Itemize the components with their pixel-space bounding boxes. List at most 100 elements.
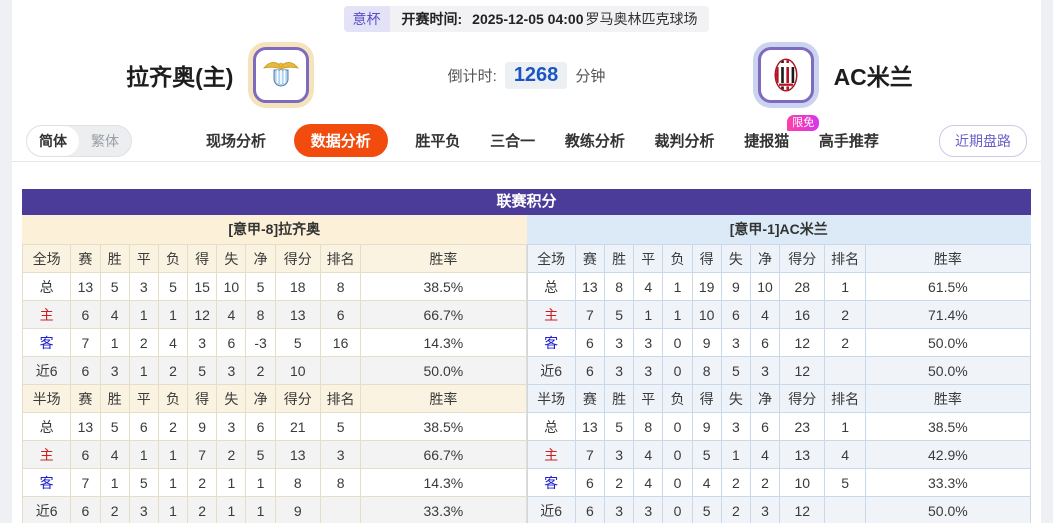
stat-cell: 0 <box>662 468 693 497</box>
league-standings-panel: 联赛积分 [意甲-8]拉齐奥 [意甲-1]AC米兰 全场赛胜平负得失净得分 排名胜… <box>21 189 1032 523</box>
match-info-bar: 意杯 开赛时间: 2025-12-05 04:00 罗马奥林匹克球场 <box>343 6 710 32</box>
table-row: 总 13 5 6 2 9 3 6 21 5 38.5% <box>21 412 527 441</box>
table-row: 主 7 3 4 0 5 1 4 13 4 42.9% <box>526 440 1032 469</box>
column-header: 得分 <box>274 384 321 413</box>
recent-odds-button[interactable]: 近期盘路 <box>939 124 1027 157</box>
stat-cell: 5 <box>99 412 130 441</box>
stat-cell: 8 <box>604 272 635 301</box>
stat-cell: 3 <box>319 440 362 469</box>
stat-cell: 2 <box>824 328 866 357</box>
lang-option-简体[interactable]: 简体 <box>27 125 79 156</box>
stat-cell: 2 <box>604 468 635 497</box>
table-row: 总 13 5 8 0 9 3 6 23 1 38.5% <box>526 412 1032 441</box>
column-header: 排名 <box>824 244 866 273</box>
stat-cell: 12 <box>779 496 826 523</box>
tab-data-analysis[interactable]: 数据分析 <box>293 124 388 157</box>
stat-cell: 5 <box>157 272 189 301</box>
stat-cell: 14.3% <box>360 328 527 357</box>
stat-cell: 6 <box>319 300 362 329</box>
column-header: 净 <box>245 384 276 413</box>
stat-cell: 3 <box>720 328 751 357</box>
row-label: 总 <box>21 272 72 301</box>
row-label: 总 <box>21 412 72 441</box>
stat-cell: 0 <box>662 328 693 357</box>
stat-cell: 4 <box>99 440 130 469</box>
column-header: 胜率 <box>360 384 527 413</box>
stat-cell: 5 <box>187 356 218 385</box>
stat-cell: 9 <box>187 412 218 441</box>
tab-referee-analysis[interactable]: 裁判分析 <box>653 124 717 157</box>
tab-live-analysis[interactable]: 现场分析 <box>204 124 268 157</box>
ac-milan-crest-icon <box>757 47 814 103</box>
stat-cell: 21 <box>274 412 321 441</box>
table-row: 近6 6 2 3 1 2 1 1 9 33.3% <box>21 496 527 523</box>
stat-cell: 7 <box>187 440 218 469</box>
column-header: 赛 <box>70 384 101 413</box>
stat-cell: 2 <box>187 468 218 497</box>
stat-cell: 66.7% <box>360 440 527 469</box>
stat-cell: 8 <box>274 468 321 497</box>
stat-cell: 10 <box>274 356 321 385</box>
column-header: 得分 <box>779 244 826 273</box>
stat-cell: 5 <box>691 440 722 469</box>
stat-cell: 8 <box>319 272 362 301</box>
column-header: 胜 <box>604 244 635 273</box>
nav-bar: 简体 繁体 现场分析 数据分析 胜平负 三合一 教练分析 裁判分析 捷报猫 限免 高手推荐 近期盘… <box>12 115 1041 162</box>
stat-cell: 1 <box>157 440 189 469</box>
stat-cell: 4 <box>633 272 664 301</box>
countdown-value: 1268 <box>504 61 568 89</box>
tab-jiebao-cat[interactable]: 捷报猫 限免 <box>742 115 820 157</box>
stat-cell: 8 <box>245 300 276 329</box>
match-header: 拉齐奥(主) 倒计时: 1268 分钟 AC米兰 <box>12 34 1041 116</box>
column-header: 半场 <box>21 384 72 413</box>
stat-cell: 10 <box>779 468 826 497</box>
tab-expert-picks[interactable]: 高手推荐 <box>817 124 881 157</box>
stat-cell: 10 <box>691 300 722 329</box>
stat-cell: 19 <box>691 272 722 301</box>
stat-cell: 14.3% <box>360 468 527 497</box>
standings-tables: 全场赛胜平负得失净得分 排名 胜率总 13 5 3 5 15 10 5 18 8 38.5% 主 6 4 1 1 1… <box>21 244 1032 523</box>
table-row: 客 7 1 5 1 2 1 1 8 8 14.3% <box>21 468 527 497</box>
stat-cell: 2 <box>749 468 781 497</box>
stat-cell: 18 <box>274 272 321 301</box>
stat-cell: 1 <box>633 300 664 329</box>
column-header: 胜率 <box>360 244 527 273</box>
stat-cell: 1 <box>720 440 751 469</box>
column-header: 排名 <box>824 384 866 413</box>
content-area: 意杯 开赛时间: 2025-12-05 04:00 罗马奥林匹克球场 拉齐奥(主… <box>12 0 1041 523</box>
stat-cell: 3 <box>604 328 635 357</box>
stat-cell: 2 <box>128 328 159 357</box>
stat-cell: 2 <box>157 412 189 441</box>
stat-cell: 3 <box>633 356 664 385</box>
stat-cell: 1 <box>128 356 159 385</box>
stat-cell: 0 <box>662 440 693 469</box>
stat-cell <box>824 496 866 523</box>
limited-free-badge: 限免 <box>787 115 820 131</box>
column-header: 失 <box>216 384 247 413</box>
away-team-name: AC米兰 <box>833 64 913 90</box>
stat-cell: 0 <box>662 412 693 441</box>
tab-three-in-one[interactable]: 三合一 <box>488 124 537 157</box>
column-header: 胜率 <box>864 384 1032 413</box>
stat-cell: 50.0% <box>864 496 1032 523</box>
tab-win-draw-lose[interactable]: 胜平负 <box>413 124 462 157</box>
column-header-row: 全场赛胜平负得失净得分 排名 胜率 <box>526 244 1032 273</box>
stat-cell: 28 <box>779 272 826 301</box>
stat-cell: 4 <box>749 440 781 469</box>
stat-cell: 7 <box>574 440 606 469</box>
stat-cell: 6 <box>70 300 101 329</box>
lang-option-繁体[interactable]: 繁体 <box>79 126 131 156</box>
column-header: 得分 <box>274 244 321 273</box>
countdown-label: 倒计时: <box>447 67 497 85</box>
stat-cell: 3 <box>128 272 159 301</box>
stat-cell: 1 <box>157 468 189 497</box>
row-label: 主 <box>526 440 576 469</box>
standings-title: 联赛积分 <box>22 189 1031 215</box>
nav-tabs: 现场分析 数据分析 胜平负 三合一 教练分析 裁判分析 捷报猫 限免 高手推荐 <box>204 115 881 157</box>
stat-cell: 16 <box>779 300 826 329</box>
column-header: 负 <box>157 244 189 273</box>
tab-coach-analysis[interactable]: 教练分析 <box>563 124 627 157</box>
stat-cell: 4 <box>633 440 664 469</box>
stat-cell: 6 <box>574 496 606 523</box>
column-header: 失 <box>720 384 751 413</box>
